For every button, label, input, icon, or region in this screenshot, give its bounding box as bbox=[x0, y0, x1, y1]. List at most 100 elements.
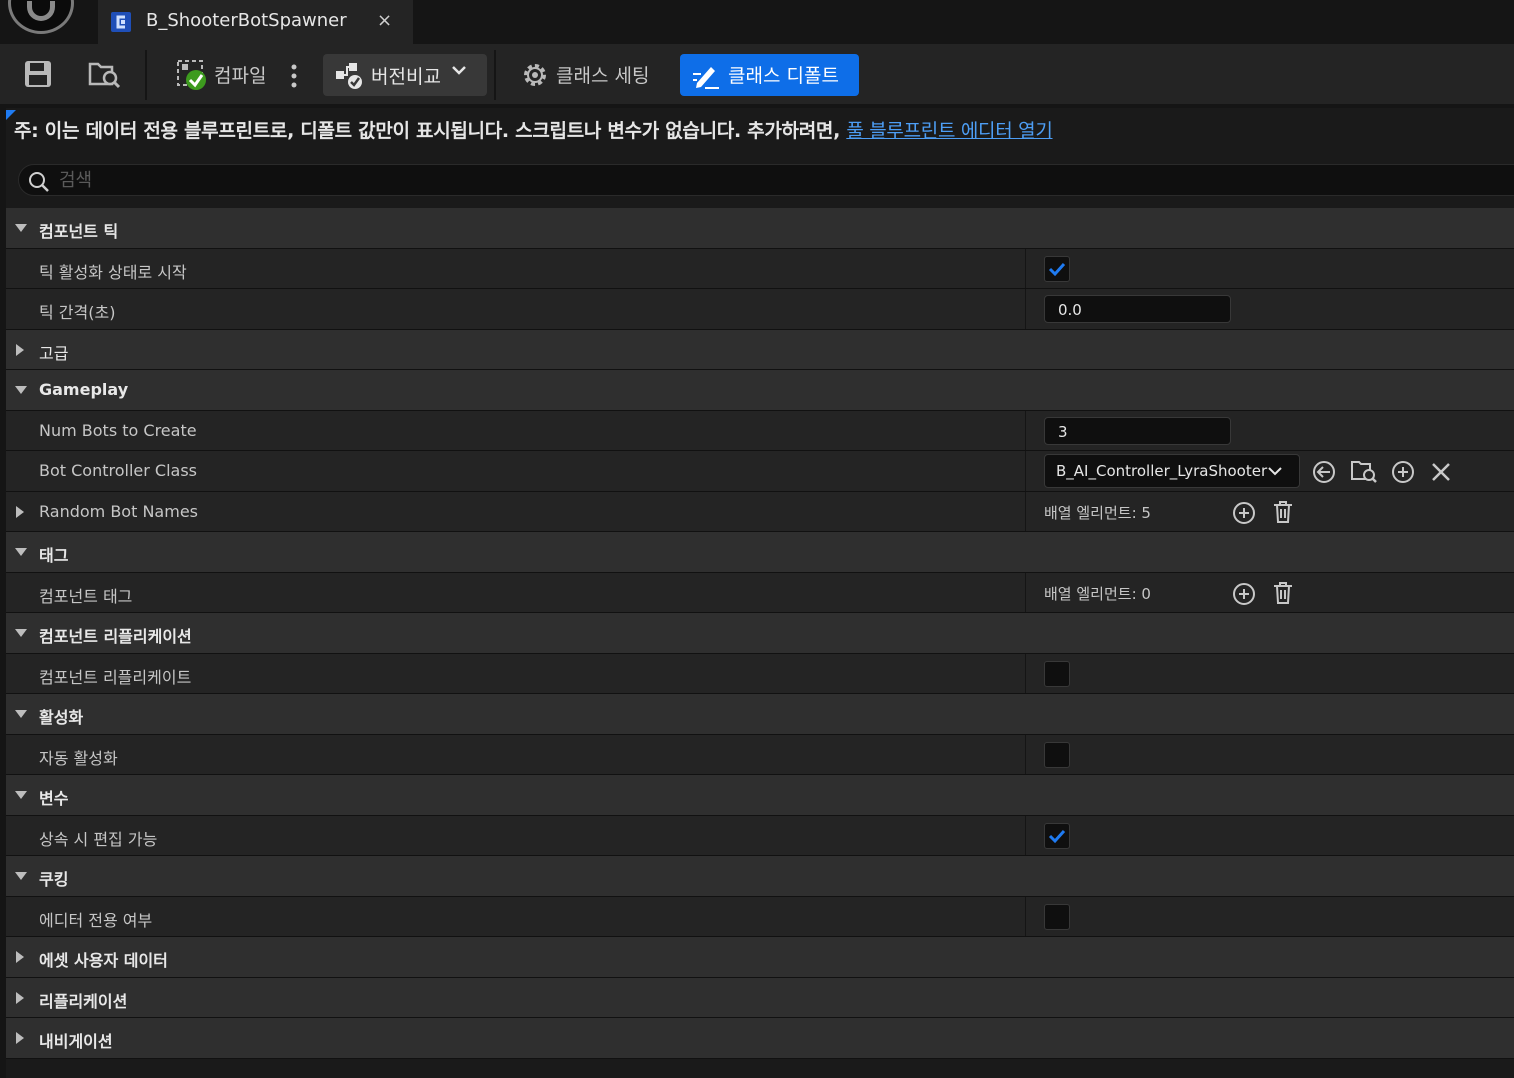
num-bots-field[interactable]: 3 bbox=[1044, 416, 1231, 445]
diff-icon bbox=[336, 63, 362, 89]
category-advanced[interactable]: 고급 bbox=[6, 329, 1514, 370]
add-element-icon[interactable] bbox=[1231, 581, 1257, 607]
tick-interval-field[interactable]: 0.0 bbox=[1044, 295, 1231, 323]
property-random-bot-names: Random Bot Names 배열 엘리먼트: 5 bbox=[6, 491, 1514, 532]
component-replicates-checkbox[interactable] bbox=[1044, 660, 1070, 687]
open-full-editor-link[interactable]: 풀 블루프린트 에디터 열기 bbox=[846, 120, 1053, 142]
expanded-arrow-icon bbox=[15, 548, 27, 556]
property-label: 컴포넌트 태그 bbox=[39, 586, 133, 606]
category-gameplay[interactable]: Gameplay bbox=[6, 370, 1514, 411]
save-icon[interactable] bbox=[24, 60, 52, 88]
category-label: 변수 bbox=[39, 789, 69, 808]
category-replication[interactable]: 리플리케이션 bbox=[6, 977, 1514, 1018]
collapsed-arrow-icon bbox=[16, 343, 24, 356]
property-editor-only: 에디터 전용 여부 bbox=[6, 896, 1514, 937]
add-element-icon[interactable] bbox=[1231, 500, 1257, 526]
category-label: 내비게이션 bbox=[39, 1032, 113, 1051]
notice-text: 주: 이는 데이터 전용 블루프린트로, 디폴트 값만이 표시됩니다. 스크립트… bbox=[14, 120, 847, 142]
editable-when-inherited-checkbox[interactable] bbox=[1044, 822, 1070, 849]
class-defaults-button[interactable]: 클래스 디폴트 bbox=[680, 54, 859, 96]
more-options-icon[interactable] bbox=[290, 64, 298, 88]
property-label: 틱 활성화 상태로 시작 bbox=[39, 262, 187, 282]
property-num-bots: Num Bots to Create 3 bbox=[6, 410, 1514, 451]
property-start-with-tick-enabled: 틱 활성화 상태로 시작 bbox=[6, 248, 1514, 289]
expanded-arrow-icon bbox=[15, 224, 27, 232]
gear-icon[interactable] bbox=[520, 60, 550, 90]
property-tick-interval: 틱 간격(초) 0.0 bbox=[6, 289, 1514, 330]
data-only-notice: 주: 이는 데이터 전용 블루프린트로, 디폴트 값만이 표시됩니다. 스크립트… bbox=[14, 116, 1053, 143]
expanded-arrow-icon bbox=[15, 791, 27, 799]
property-label: Num Bots to Create bbox=[39, 420, 197, 440]
array-count: 배열 엘리먼트: 5 bbox=[1044, 503, 1151, 522]
collapsed-arrow-icon bbox=[16, 951, 24, 963]
property-auto-activate: 자동 활성화 bbox=[6, 734, 1514, 775]
property-label: 상속 시 편집 가능 bbox=[39, 829, 158, 849]
property-label: Random Bot Names bbox=[39, 501, 198, 521]
category-cooking[interactable]: 쿠킹 bbox=[6, 856, 1514, 897]
category-label: 컴포넌트 틱 bbox=[39, 222, 119, 241]
close-icon[interactable]: × bbox=[377, 10, 392, 31]
clear-icon[interactable] bbox=[1430, 461, 1452, 483]
chevron-down-icon bbox=[452, 66, 466, 75]
expanded-arrow-icon bbox=[15, 386, 27, 394]
category-label: 컴포넌트 리플리케이션 bbox=[39, 627, 192, 646]
property-list: 컴포넌트 틱 틱 활성화 상태로 시작 틱 간격(초) 0.0 고급 Gamep… bbox=[6, 208, 1514, 1059]
diff-button[interactable]: 버전비교 bbox=[323, 54, 487, 96]
class-settings-button[interactable]: 클래스 세팅 bbox=[556, 61, 649, 88]
class-blueprint-icon bbox=[111, 12, 131, 32]
category-tags[interactable]: 태그 bbox=[6, 532, 1514, 573]
browse-asset-icon[interactable] bbox=[1350, 458, 1378, 484]
expanded-arrow-icon bbox=[15, 629, 27, 637]
category-component-replication[interactable]: 컴포넌트 리플리케이션 bbox=[6, 613, 1514, 654]
property-label: 틱 간격(초) bbox=[39, 303, 116, 322]
category-label: Gameplay bbox=[39, 380, 129, 399]
category-label: 쿠킹 bbox=[39, 870, 69, 889]
search-input[interactable] bbox=[59, 167, 959, 193]
property-label: 컴포넌트 리플리케이트 bbox=[39, 667, 192, 687]
edit-defaults-icon bbox=[693, 67, 719, 89]
add-icon[interactable] bbox=[1390, 459, 1416, 485]
category-label: 리플리케이션 bbox=[39, 991, 128, 1011]
category-asset-user-data[interactable]: 에셋 사용자 데이터 bbox=[6, 937, 1514, 978]
toolbar: 컴파일 버전비교 클래스 세팅 클래스 디폴트 bbox=[0, 44, 1514, 104]
checkmark-icon bbox=[1048, 829, 1066, 843]
search-bar bbox=[18, 164, 1514, 196]
property-label: 에디터 전용 여부 bbox=[39, 910, 153, 930]
compile-button[interactable]: 컴파일 bbox=[214, 61, 266, 88]
property-component-tags: 컴포넌트 태그 배열 엘리먼트: 0 bbox=[6, 572, 1514, 613]
collapsed-arrow-icon bbox=[16, 991, 24, 1004]
tab-blueprint[interactable]: B_ShooterBotSpawner × bbox=[98, 0, 413, 44]
category-variable[interactable]: 변수 bbox=[6, 775, 1514, 816]
category-label: 에셋 사용자 데이터 bbox=[39, 951, 168, 970]
unreal-logo-icon[interactable] bbox=[8, 0, 74, 34]
expanded-arrow-icon bbox=[15, 710, 27, 718]
property-component-replicates: 컴포넌트 리플리케이트 bbox=[6, 653, 1514, 694]
expanded-arrow-icon bbox=[15, 872, 27, 880]
property-bot-controller-class: Bot Controller Class B_AI_Controller_Lyr… bbox=[6, 451, 1514, 492]
bot-controller-class-combo[interactable]: B_AI_Controller_LyraShooter bbox=[1044, 454, 1300, 488]
diff-label: 버전비교 bbox=[371, 66, 441, 88]
property-editable-when-inherited: 상속 시 편집 가능 bbox=[6, 815, 1514, 856]
editor-only-checkbox[interactable] bbox=[1044, 903, 1070, 930]
category-activation[interactable]: 활성화 bbox=[6, 694, 1514, 735]
chevron-down-icon bbox=[1268, 467, 1282, 476]
title-bar: B_ShooterBotSpawner × bbox=[0, 0, 1514, 44]
class-defaults-label: 클래스 디폴트 bbox=[728, 65, 839, 87]
category-component-tick[interactable]: 컴포넌트 틱 bbox=[6, 208, 1514, 249]
checkmark-icon bbox=[1048, 262, 1066, 276]
category-label: 활성화 bbox=[39, 708, 84, 727]
browse-folder-icon[interactable] bbox=[88, 58, 122, 90]
collapsed-arrow-icon[interactable] bbox=[14, 505, 26, 519]
auto-activate-checkbox[interactable] bbox=[1044, 741, 1070, 768]
property-label: 자동 활성화 bbox=[39, 748, 118, 768]
trash-icon[interactable] bbox=[1271, 580, 1295, 606]
start-with-tick-enabled-checkbox[interactable] bbox=[1044, 255, 1070, 282]
category-label: 태그 bbox=[39, 546, 69, 565]
trash-icon[interactable] bbox=[1271, 499, 1295, 525]
category-navigation[interactable]: 내비게이션 bbox=[6, 1018, 1514, 1059]
collapsed-arrow-icon bbox=[16, 1032, 24, 1044]
compile-status-icon[interactable] bbox=[176, 58, 210, 92]
tab-title: B_ShooterBotSpawner bbox=[146, 10, 347, 31]
property-label: Bot Controller Class bbox=[39, 461, 198, 480]
use-selected-icon[interactable] bbox=[1311, 459, 1337, 485]
